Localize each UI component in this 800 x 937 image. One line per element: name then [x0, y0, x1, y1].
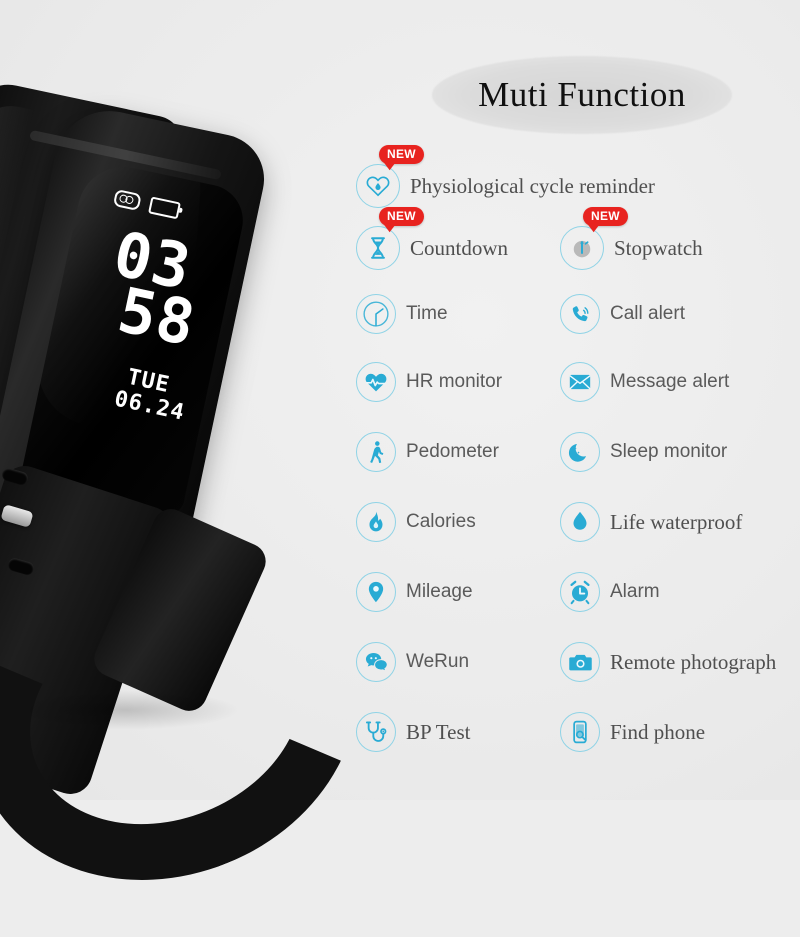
feature-label: Find phone [610, 719, 706, 744]
feature-label: Stopwatch [614, 235, 703, 260]
feature-item-sleep-monitor[interactable]: Sleep monitor [560, 432, 727, 472]
feature-item-message-alert[interactable]: Message alert [560, 362, 729, 402]
stopwatch-icon: NEW [560, 207, 628, 270]
feature-item-calories[interactable]: Calories [356, 502, 476, 542]
feature-label: Call alert [610, 303, 685, 324]
heart-pulse-icon [356, 362, 396, 402]
new-badge: NEW [583, 207, 628, 226]
stethoscope-icon [356, 712, 396, 752]
feature-item-pedometer[interactable]: Pedometer [356, 432, 499, 472]
feature-label: Message alert [610, 371, 730, 392]
feature-label: Countdown [410, 235, 509, 260]
feature-item-alarm[interactable]: Alarm [560, 572, 660, 612]
map-pin-icon [356, 572, 396, 612]
product-shadow [10, 690, 240, 730]
alarm-clock-icon [560, 572, 600, 612]
feature-item-werun[interactable]: WeRun [356, 642, 469, 682]
feature-item-bp-test[interactable]: BP Test [356, 712, 470, 752]
product-photo-smart-band: 03 58 TUE 06.24 [0, 0, 409, 937]
feature-label: Alarm [610, 581, 660, 602]
feature-label: WeRun [406, 651, 470, 672]
hourglass-icon: NEW [356, 207, 424, 270]
feature-label: Physiological cycle reminder [410, 173, 655, 198]
envelope-icon [560, 362, 600, 402]
feature-item-stopwatch[interactable]: NEW Stopwatch [560, 207, 703, 270]
feature-item-find-phone[interactable]: Find phone [560, 712, 705, 752]
feature-label: Calories [406, 511, 476, 532]
phone-search-icon [560, 712, 600, 752]
feature-label: Time [406, 303, 448, 324]
feature-label: Remote photograph [610, 649, 777, 674]
page-title: Muti Function [432, 56, 732, 134]
feature-item-mileage[interactable]: Mileage [356, 572, 473, 612]
water-drop-icon [560, 502, 600, 542]
feature-item-remote-photograph[interactable]: Remote photograph [560, 642, 776, 682]
feature-item-call-alert[interactable]: Call alert [560, 294, 685, 334]
moon-stars-icon [560, 432, 600, 472]
feature-label: Life waterproof [610, 509, 743, 534]
walking-person-icon [356, 432, 396, 472]
feature-label: BP Test [406, 719, 471, 744]
camera-icon [560, 642, 600, 682]
flame-icon [356, 502, 396, 542]
feature-list: NEW Physiological cycle reminder NEW Countd… [346, 145, 800, 790]
new-badge: NEW [379, 207, 424, 226]
clock-icon [356, 294, 396, 334]
feature-label: Mileage [406, 581, 473, 602]
infographic-canvas: 03 58 TUE 06.24 Muti Function NEW Physiol… [0, 0, 800, 937]
feature-label: Pedometer [406, 441, 499, 462]
heart-droplet-icon: NEW [356, 145, 424, 208]
feature-item-time[interactable]: Time [356, 294, 448, 334]
phone-ring-icon [560, 294, 600, 334]
feature-item-life-waterproof[interactable]: Life waterproof [560, 502, 742, 542]
wechat-bubbles-icon [356, 642, 396, 682]
new-badge: NEW [379, 145, 424, 164]
feature-item-physiological-cycle-reminder[interactable]: NEW Physiological cycle reminder [356, 145, 655, 208]
feature-item-countdown[interactable]: NEW Countdown [356, 207, 509, 270]
title-text: Muti Function [478, 75, 686, 114]
feature-item-hr-monitor[interactable]: HR monitor [356, 362, 502, 402]
feature-label: HR monitor [406, 371, 503, 392]
feature-label: Sleep monitor [610, 441, 728, 462]
